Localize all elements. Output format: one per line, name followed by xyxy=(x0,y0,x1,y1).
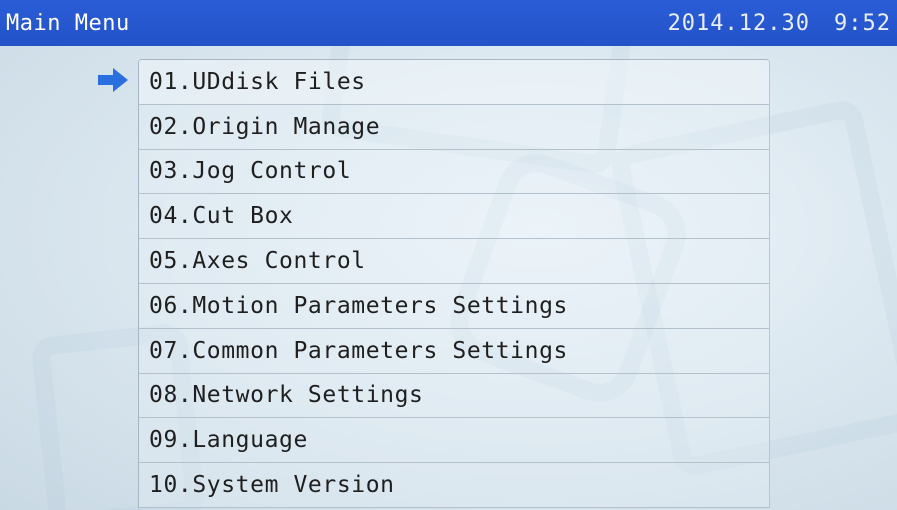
title-bar: Main Menu 2014.12.30 9:52 xyxy=(0,0,897,46)
menu-item-label: 09.Language xyxy=(149,427,308,454)
menu-item-jog-control[interactable]: 03.Jog Control xyxy=(139,150,769,195)
menu-item-label: 10.System Version xyxy=(149,472,395,499)
right-arrow-icon xyxy=(98,68,128,92)
date-display: 2014.12.30 xyxy=(667,10,811,36)
time-display: 9:52 xyxy=(834,10,891,36)
menu-item-label: 06.Motion Parameters Settings xyxy=(149,292,568,319)
page-title: Main Menu xyxy=(6,10,130,36)
menu-item-label: 02.Origin Manage xyxy=(149,113,381,140)
datetime-display: 2014.12.30 9:52 xyxy=(668,11,897,36)
menu-item-label: 08.Network Settings xyxy=(149,382,424,409)
menu-item-label: 04.Cut Box xyxy=(149,203,294,230)
menu-item-motion-parameters[interactable]: 06.Motion Parameters Settings xyxy=(139,284,769,329)
menu-item-system-version[interactable]: 10.System Version xyxy=(139,463,769,508)
menu-item-language[interactable]: 09.Language xyxy=(139,418,769,464)
menu-item-cut-box[interactable]: 04.Cut Box xyxy=(139,194,769,240)
menu-item-udisk-files[interactable]: 01.UDdisk Files xyxy=(139,60,769,105)
menu-item-origin-manage[interactable]: 02.Origin Manage xyxy=(139,105,769,150)
menu-item-network-settings[interactable]: 08.Network Settings xyxy=(139,374,769,419)
menu-item-label: 01.UDdisk Files xyxy=(149,68,366,95)
menu-item-label: 05.Axes Control xyxy=(149,248,366,275)
menu-item-label: 07.Common Parameters Settings xyxy=(149,337,568,364)
menu-item-axes-control[interactable]: 05.Axes Control xyxy=(139,239,769,284)
main-menu-list: 01.UDdisk Files 02.Origin Manage 03.Jog … xyxy=(138,59,770,508)
lcd-screen: Main Menu 2014.12.30 9:52 01.UDdisk File… xyxy=(0,0,897,510)
menu-item-common-parameters[interactable]: 07.Common Parameters Settings xyxy=(139,329,769,374)
menu-item-label: 03.Jog Control xyxy=(149,158,352,185)
